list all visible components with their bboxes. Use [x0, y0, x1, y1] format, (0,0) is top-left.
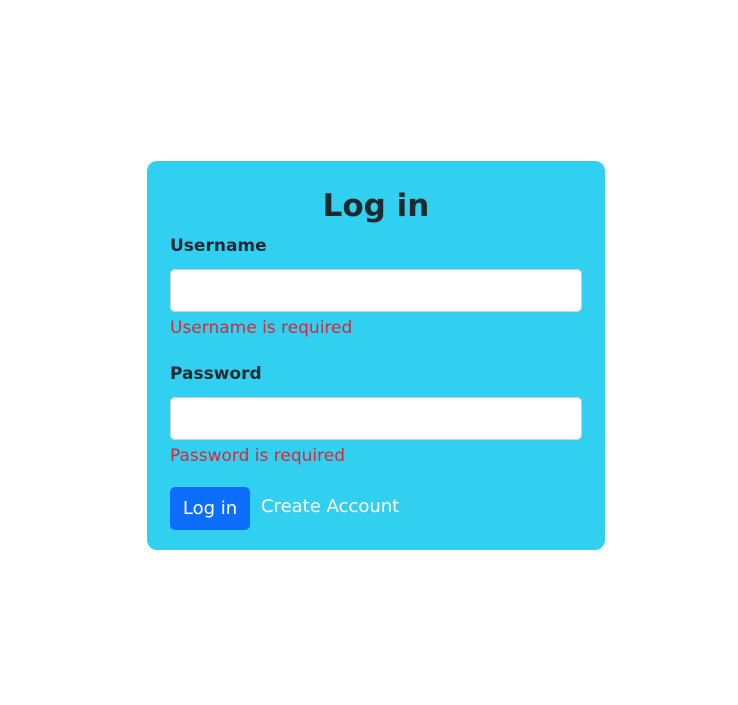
password-error: Password is required: [170, 446, 346, 466]
login-card: Log in Username Username is required Pas…: [147, 161, 605, 550]
password-input[interactable]: [170, 397, 582, 440]
form-actions: Log in Create Account: [170, 487, 582, 530]
username-label: Username: [170, 236, 267, 256]
password-label: Password: [170, 364, 262, 384]
create-account-link[interactable]: Create Account: [261, 495, 399, 519]
username-input[interactable]: [170, 269, 582, 312]
username-error: Username is required: [170, 318, 353, 338]
page-title: Log in: [322, 188, 430, 224]
login-button[interactable]: Log in: [170, 487, 250, 530]
